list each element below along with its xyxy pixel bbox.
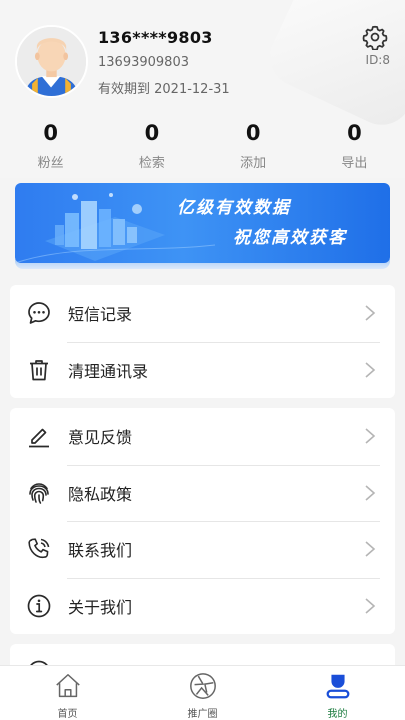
chevron-right-icon <box>363 426 377 446</box>
user-phone: 13693909803 <box>98 55 189 70</box>
chevron-right-icon <box>363 596 377 616</box>
profile-header: 136****9803 13693909803 有效期到 2021-12-31 … <box>0 0 405 178</box>
header-decoration <box>260 0 405 135</box>
menu-item-privacy-policy[interactable]: 隐私政策 <box>10 464 395 522</box>
menu-label: 清理通讯录 <box>68 361 149 381</box>
user-id: ID:8 <box>365 53 390 67</box>
stat-value: 0 <box>245 121 261 145</box>
menu-label: 关于我们 <box>68 597 133 617</box>
tab-label: 推广圈 <box>187 709 218 720</box>
menu-card-info: 意见反馈 隐私政策 联系我们 关于我们 <box>10 408 395 634</box>
stat-label: 添加 <box>240 156 267 171</box>
tab-label: 首页 <box>57 709 78 720</box>
profile-icon <box>326 674 349 699</box>
promo-banner[interactable]: 亿级有效数据 祝您高效获客 <box>15 183 390 271</box>
stat-search[interactable]: 0 检索 <box>101 120 202 171</box>
stat-add[interactable]: 0 添加 <box>203 120 304 171</box>
menu-label: 意见反馈 <box>68 428 133 448</box>
info-icon <box>25 592 53 620</box>
gear-icon <box>362 25 388 50</box>
stats-row: 0 粉丝 0 检索 0 添加 0 导出 <box>0 120 405 171</box>
menu-label: 短信记录 <box>68 305 133 325</box>
chevron-right-icon <box>363 360 377 380</box>
menu-item-clear-contacts[interactable]: 清理通讯录 <box>10 341 395 399</box>
stat-label: 导出 <box>341 156 368 171</box>
chat-bubble-icon <box>25 299 53 327</box>
menu-item-sms-records[interactable]: 短信记录 <box>10 285 395 342</box>
stat-export[interactable]: 0 导出 <box>304 120 405 171</box>
menu-item-feedback[interactable]: 意见反馈 <box>10 408 395 465</box>
menu-card-records: 短信记录 清理通讯录 <box>10 285 395 398</box>
banner-image: 亿级有效数据 祝您高效获客 <box>15 183 390 263</box>
stat-value: 0 <box>347 121 362 145</box>
stat-label: 粉丝 <box>37 156 64 171</box>
user-name: 136****9803 <box>98 28 213 47</box>
menu-item-about-us[interactable]: 关于我们 <box>10 577 395 635</box>
aperture-icon <box>189 673 216 699</box>
stat-label: 检索 <box>138 156 165 171</box>
home-icon <box>55 674 80 698</box>
fingerprint-icon <box>25 479 53 507</box>
settings-button[interactable] <box>360 24 390 54</box>
edit-pen-icon <box>25 422 53 450</box>
profile-page: 136****9803 13693909803 有效期到 2021-12-31 … <box>0 0 405 720</box>
stat-value: 0 <box>144 121 160 145</box>
bottom-tab-bar: 首页 推广圈 我的 <box>0 665 405 720</box>
banner-subline: 祝您高效获客 <box>233 228 347 248</box>
tab-mine[interactable]: 我的 <box>270 666 405 720</box>
tab-promotion[interactable]: 推广圈 <box>135 666 270 720</box>
tab-label: 我的 <box>327 709 348 720</box>
phone-icon <box>25 535 53 563</box>
chevron-right-icon <box>363 539 377 559</box>
membership-expiry: 有效期到 2021-12-31 <box>98 82 230 97</box>
avatar-illustration <box>17 27 86 96</box>
menu-label: 隐私政策 <box>68 484 133 504</box>
avatar[interactable] <box>15 25 88 98</box>
stat-fans[interactable]: 0 粉丝 <box>0 120 101 171</box>
chevron-right-icon <box>363 483 377 503</box>
chevron-right-icon <box>363 303 377 323</box>
menu-item-contact-us[interactable]: 联系我们 <box>10 521 395 578</box>
stat-value: 0 <box>43 121 58 145</box>
trash-icon <box>25 356 53 384</box>
menu-label: 联系我们 <box>68 541 133 561</box>
banner-headline: 亿级有效数据 <box>177 198 291 218</box>
tab-home[interactable]: 首页 <box>0 666 135 720</box>
